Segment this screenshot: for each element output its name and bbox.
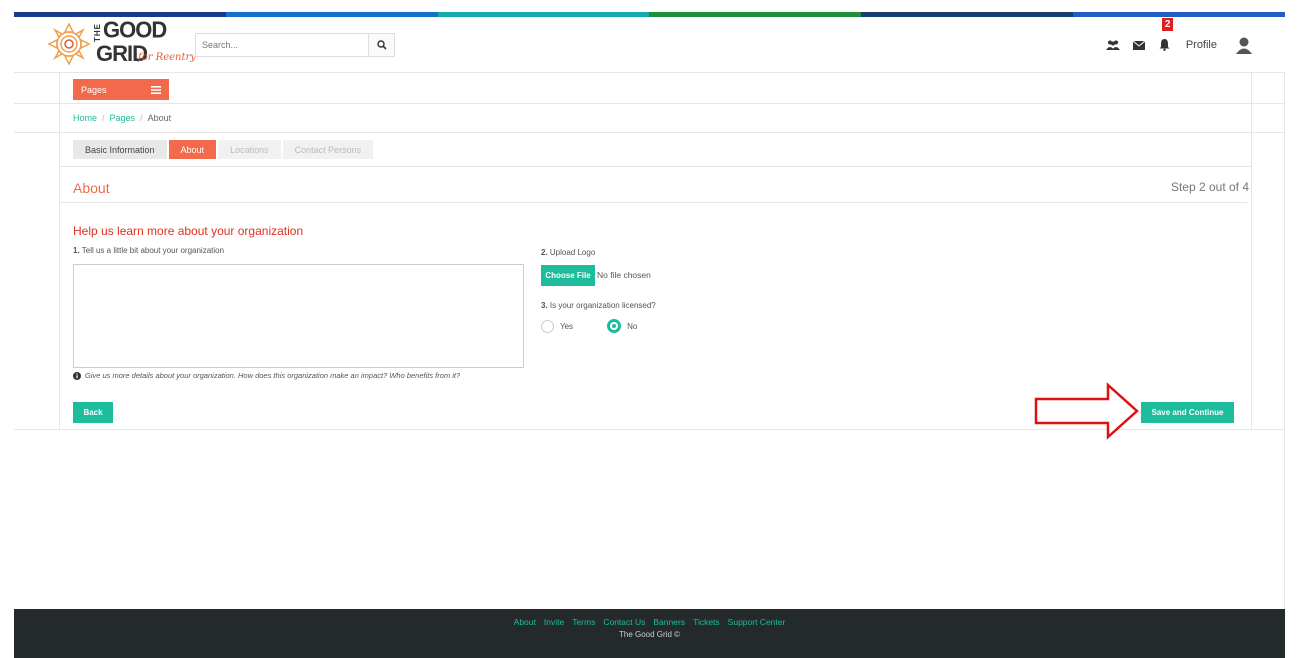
page-right-border [1284, 73, 1285, 609]
radio-yes[interactable] [541, 319, 554, 333]
step-indicator: Step 2 out of 4 [1170, 180, 1249, 194]
red-arrow-annotation [1034, 382, 1139, 440]
logo[interactable]: THE GOOD GRID for Reentry [46, 16, 196, 71]
breadcrumb-current: About [147, 113, 172, 123]
footer-link-terms[interactable]: Terms [572, 617, 595, 627]
breadcrumb: Home / Pages / About [73, 113, 171, 123]
footer-links: About Invite Terms Contact Us Banners Ti… [14, 617, 1285, 627]
search-icon [376, 40, 387, 50]
divider [14, 132, 1285, 133]
hamburger-icon [151, 85, 161, 94]
groups-button[interactable] [1100, 33, 1126, 57]
search-box [195, 33, 395, 57]
logo-good: GOOD [103, 16, 167, 43]
tab-about[interactable]: About [168, 140, 217, 159]
group-icon [1105, 40, 1120, 50]
question-2-label: 2. Upload Logo [541, 248, 595, 257]
footer-link-support-center[interactable]: Support Center [728, 617, 786, 627]
radio-no-label: No [627, 321, 638, 331]
breadcrumb-home[interactable]: Home [73, 113, 97, 123]
logo-the: THE [93, 23, 102, 42]
file-status: No file chosen [597, 270, 651, 280]
divider [14, 103, 1285, 104]
radio-no[interactable] [607, 319, 622, 333]
messages-button[interactable] [1126, 33, 1152, 57]
notification-badge: 2 [1161, 18, 1174, 31]
envelope-icon [1132, 40, 1145, 50]
pages-menu-label: Pages [81, 84, 107, 95]
licensed-radio-group: Yes No [541, 319, 637, 333]
profile-link[interactable]: Profile [1186, 39, 1217, 51]
tab-contact-persons: Contact Persons [282, 140, 374, 159]
footer-link-tickets[interactable]: Tickets [693, 617, 720, 627]
choose-file-button[interactable]: Choose File [541, 265, 595, 286]
save-and-continue-button[interactable]: Save and Continue [1141, 402, 1234, 423]
footer-link-invite[interactable]: Invite [544, 617, 564, 627]
question-1-text: Tell us a little bit about your organiza… [81, 246, 225, 255]
question-3-number: 3. [541, 301, 548, 310]
content-left-border [59, 73, 60, 430]
question-2-text: Upload Logo [549, 248, 596, 257]
content-right-border [1251, 73, 1252, 430]
footer-link-about[interactable]: About [514, 617, 536, 627]
search-button[interactable] [368, 34, 394, 56]
question-3-label: 3. Is your organization licensed? [541, 301, 656, 310]
user-avatar-icon [1234, 35, 1254, 55]
footer: About Invite Terms Contact Us Banners Ti… [14, 609, 1285, 658]
organization-description-textarea[interactable] [73, 264, 524, 368]
breadcrumb-separator: / [102, 113, 105, 123]
page: THE GOOD GRID for Reentry Search... 2 Pr… [0, 0, 1301, 658]
radio-yes-label: Yes [560, 321, 574, 331]
form-heading: Help us learn more about your organizati… [73, 224, 304, 238]
footer-link-banners[interactable]: Banners [653, 617, 685, 627]
help-text: Give us more details about your organiza… [73, 371, 460, 380]
help-text-content: Give us more details about your organiza… [85, 371, 461, 380]
tab-basic-information[interactable]: Basic Information [73, 140, 167, 159]
question-3-text: Is your organization licensed? [549, 301, 656, 310]
info-icon [73, 371, 81, 380]
footer-link-contact-us[interactable]: Contact Us [603, 617, 645, 627]
sun-logo-icon [47, 22, 91, 66]
breadcrumb-separator: / [140, 113, 143, 123]
question-2-number: 2. [541, 248, 548, 257]
question-1-number: 1. [73, 246, 80, 255]
search-input[interactable] [196, 34, 368, 56]
back-button[interactable]: Back [73, 402, 113, 423]
section-title: About [73, 180, 110, 196]
tab-locations: Locations [218, 140, 281, 159]
breadcrumb-pages[interactable]: Pages [110, 113, 136, 123]
question-1-label: 1. Tell us a little bit about your organ… [73, 246, 224, 255]
wizard-tabs: Basic Information About Locations Contac… [73, 140, 374, 159]
pages-menu-button[interactable]: Pages [73, 79, 169, 100]
notifications-button[interactable]: 2 [1152, 18, 1178, 57]
logo-tagline: for Reentry [138, 52, 196, 63]
header: THE GOOD GRID for Reentry Search... 2 Pr… [14, 17, 1285, 73]
divider [60, 202, 1247, 203]
nav-icons: 2 Profile [1100, 18, 1255, 57]
divider [60, 166, 1251, 167]
footer-copyright: The Good Grid © [618, 630, 681, 639]
bell-icon [1159, 39, 1170, 51]
avatar[interactable] [1233, 34, 1255, 56]
